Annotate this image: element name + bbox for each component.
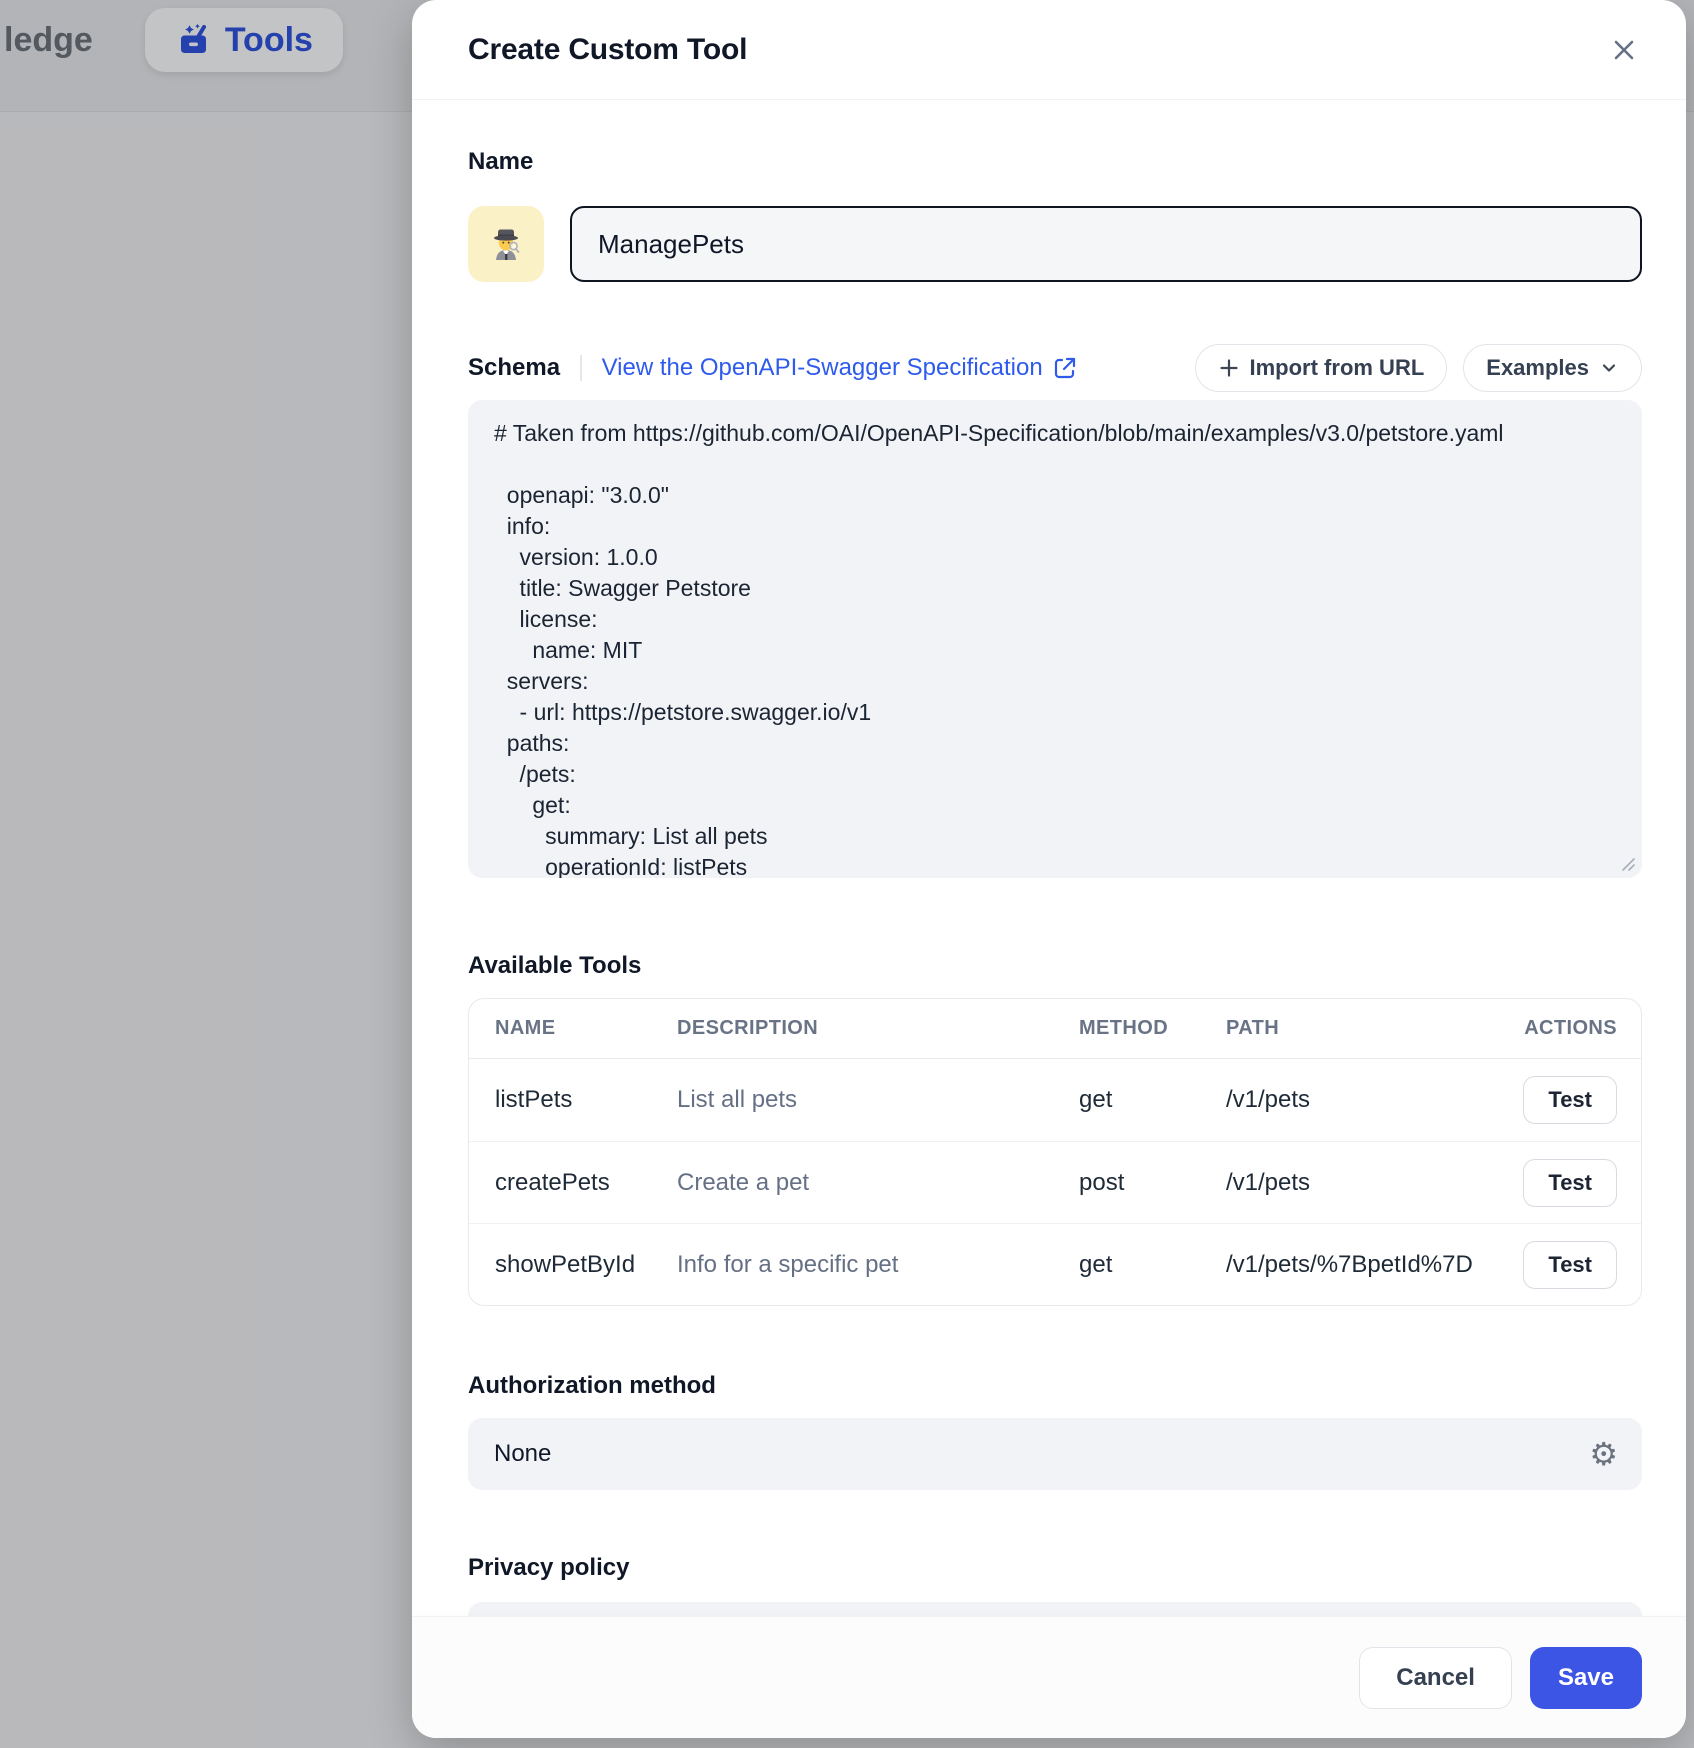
schema-header-row: Schema View the OpenAPI-Swagger Specific… — [468, 344, 1642, 392]
create-custom-tool-modal: Create Custom Tool Name — [412, 0, 1686, 1738]
examples-dropdown-button[interactable]: Examples — [1463, 344, 1642, 392]
detective-emoji-icon — [486, 224, 526, 264]
column-header-path: PATH — [1226, 1017, 1505, 1040]
close-icon — [1609, 35, 1639, 65]
name-row — [468, 206, 1642, 282]
tool-name-input[interactable] — [570, 206, 1642, 282]
table-row: listPets List all pets get /v1/pets Test — [469, 1059, 1641, 1141]
authorization-method-field[interactable]: None ⚙ — [468, 1418, 1642, 1490]
external-link-icon — [1053, 356, 1077, 380]
tool-method-cell: get — [1079, 1086, 1226, 1114]
tool-path-cell: /v1/pets — [1226, 1086, 1505, 1114]
tool-name-cell: showPetById — [495, 1251, 677, 1279]
table-row: createPets Create a pet post /v1/pets Te… — [469, 1141, 1641, 1223]
cancel-button[interactable]: Cancel — [1359, 1647, 1512, 1709]
tool-description-cell: Info for a specific pet — [677, 1251, 1079, 1279]
tool-name-cell: listPets — [495, 1086, 677, 1114]
import-from-url-button[interactable]: Import from URL — [1195, 344, 1448, 392]
tool-path-cell: /v1/pets — [1226, 1169, 1505, 1197]
privacy-policy-label: Privacy policy — [468, 1552, 1642, 1584]
modal-body: Name — [412, 100, 1686, 1738]
schema-code-text: # Taken from https://github.com/OAI/Open… — [494, 418, 1616, 878]
tool-path-cell: /v1/pets/%7BpetId%7D — [1226, 1251, 1505, 1279]
tool-icon-picker[interactable] — [468, 206, 544, 282]
openapi-spec-link[interactable]: View the OpenAPI-Swagger Specification — [602, 354, 1077, 382]
authorization-method-label: Authorization method — [468, 1370, 1642, 1402]
tool-description-cell: List all pets — [677, 1086, 1079, 1114]
tool-name-cell: createPets — [495, 1169, 677, 1197]
column-header-name: NAME — [495, 1017, 677, 1040]
modal-header: Create Custom Tool — [412, 0, 1686, 100]
test-button[interactable]: Test — [1523, 1159, 1617, 1207]
modal-title: Create Custom Tool — [468, 33, 747, 67]
tool-method-cell: get — [1079, 1251, 1226, 1279]
test-button[interactable]: Test — [1523, 1241, 1617, 1289]
vertical-divider — [580, 355, 582, 381]
table-header-row: NAME DESCRIPTION METHOD PATH ACTIONS — [469, 999, 1641, 1059]
plus-icon — [1218, 357, 1240, 379]
column-header-description: DESCRIPTION — [677, 1017, 1079, 1040]
tool-method-cell: post — [1079, 1169, 1226, 1197]
available-tools-table: NAME DESCRIPTION METHOD PATH ACTIONS lis… — [468, 998, 1642, 1306]
resize-handle-icon[interactable] — [1620, 856, 1636, 872]
available-tools-label: Available Tools — [468, 950, 1642, 982]
schema-textarea[interactable]: # Taken from https://github.com/OAI/Open… — [468, 400, 1642, 878]
gear-icon[interactable]: ⚙ — [1589, 1438, 1618, 1470]
authorization-method-value: None — [494, 1440, 551, 1468]
save-button[interactable]: Save — [1530, 1647, 1642, 1709]
test-button[interactable]: Test — [1523, 1076, 1617, 1124]
chevron-down-icon — [1599, 358, 1619, 378]
modal-footer: Cancel Save — [412, 1616, 1686, 1738]
close-button[interactable] — [1602, 28, 1646, 72]
schema-label: Schema — [468, 352, 560, 384]
column-header-method: METHOD — [1079, 1017, 1226, 1040]
name-label: Name — [468, 146, 1642, 178]
tool-description-cell: Create a pet — [677, 1169, 1079, 1197]
table-row: showPetById Info for a specific pet get … — [469, 1223, 1641, 1305]
column-header-actions: ACTIONS — [1524, 1017, 1617, 1040]
